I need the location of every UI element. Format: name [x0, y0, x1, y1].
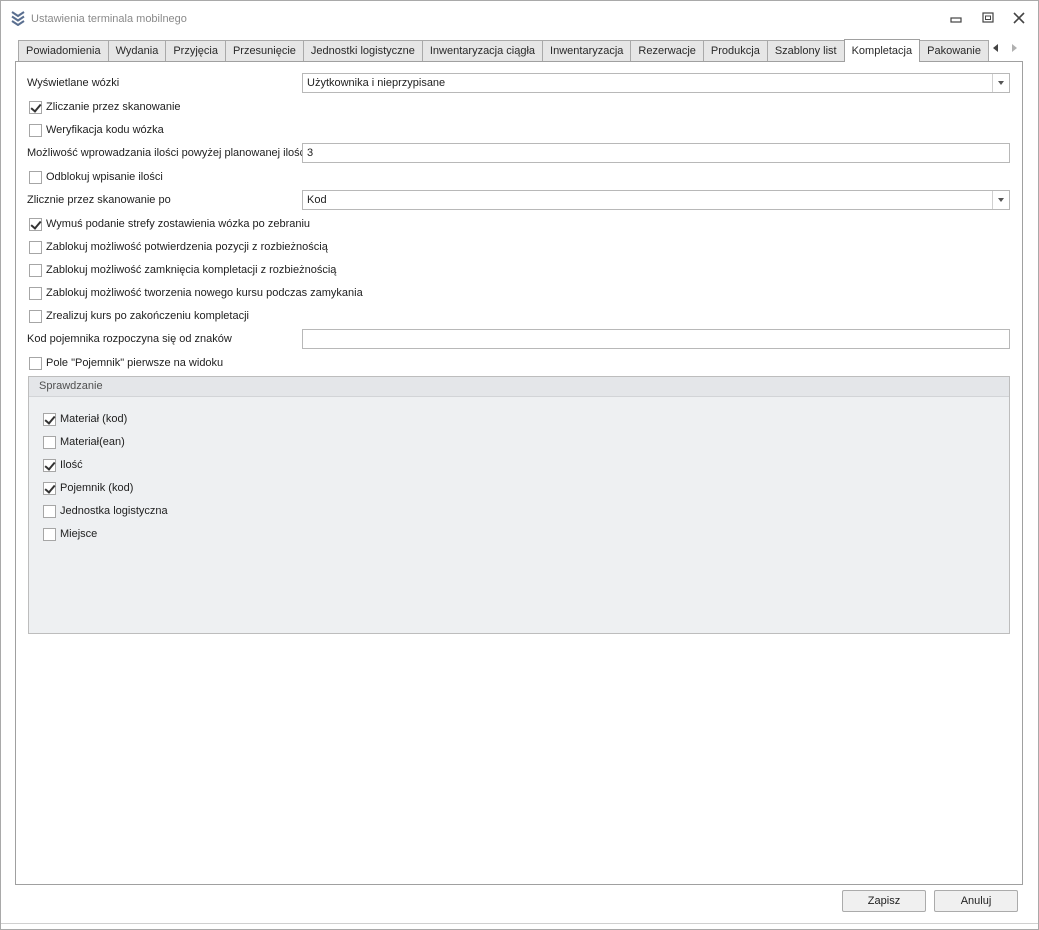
check-container-code-option[interactable]: Pojemnik (kod): [43, 480, 133, 496]
tab-rezerwacje[interactable]: Rezerwacje: [630, 40, 704, 62]
tab-inwentaryzacja-ciagla[interactable]: Inwentaryzacja ciągła: [421, 40, 544, 62]
check-quantity-option[interactable]: Ilość: [43, 457, 83, 473]
block-close-label: Zablokuj możliwość zamknięcia kompletacj…: [46, 264, 337, 276]
check-container-code-label: Pojemnik (kod): [60, 482, 134, 494]
app-logo-icon: [11, 11, 25, 26]
verify-cart-code-checkbox[interactable]: [29, 123, 42, 137]
check-material-code-label: Materiał (kod): [60, 413, 128, 425]
verify-cart-code-option[interactable]: Weryfikacja kodu wózka: [29, 122, 164, 138]
check-material-ean-option[interactable]: Materiał(ean): [43, 434, 125, 450]
tab-jednostki-logistyczne[interactable]: Jednostki logistyczne: [302, 40, 423, 62]
close-button[interactable]: [1010, 10, 1028, 26]
tab-inwentaryzacja[interactable]: Inwentaryzacja: [542, 40, 632, 62]
displayed-carts-value: Użytkownika i nieprzypisane: [307, 77, 446, 89]
block-new-course-option[interactable]: Zablokuj możliwość tworzenia nowego kurs…: [29, 285, 363, 301]
check-material-code-checkbox[interactable]: [43, 412, 56, 426]
block-close-checkbox[interactable]: [29, 263, 42, 277]
block-new-course-label: Zablokuj możliwość tworzenia nowego kurs…: [46, 287, 363, 299]
check-material-code-option[interactable]: Materiał (kod): [43, 411, 127, 427]
chevron-down-icon[interactable]: [992, 191, 1009, 209]
check-material-ean-checkbox[interactable]: [43, 435, 56, 449]
tab-kompletacja[interactable]: Kompletacja: [843, 39, 921, 62]
check-material-ean-label: Materiał(ean): [60, 436, 125, 448]
maximize-icon: [982, 12, 994, 23]
block-confirm-option[interactable]: Zablokuj możliwość potwierdzenia pozycji…: [29, 239, 328, 255]
realize-course-label: Zrealizuj kurs po zakończeniu kompletacj…: [46, 310, 249, 322]
settings-window: Ustawienia terminala mobilnego Powiadomi…: [0, 0, 1039, 930]
container-code-input[interactable]: [302, 329, 1010, 349]
container-code-label: Kod pojemnika rozpoczyna się od znaków: [27, 333, 232, 345]
count-by-scan-option[interactable]: Zliczanie przez skanowanie: [29, 99, 181, 115]
tab-szablony-list[interactable]: Szablony list: [766, 40, 845, 62]
tab-przesuniecie[interactable]: Przesunięcie: [224, 40, 304, 62]
title-bar[interactable]: Ustawienia terminala mobilnego: [1, 1, 1038, 35]
verify-cart-code-label: Weryfikacja kodu wózka: [46, 124, 164, 136]
check-location-label: Miejsce: [60, 528, 98, 540]
tab-scroll-right-icon[interactable]: [1009, 42, 1021, 54]
block-close-option[interactable]: Zablokuj możliwość zamknięcia kompletacj…: [29, 262, 336, 278]
tab-pakowanie[interactable]: Pakowanie: [919, 40, 989, 62]
check-quantity-checkbox[interactable]: [43, 458, 56, 472]
tab-przyjecia[interactable]: Przyjęcia: [165, 40, 226, 62]
footer-divider: [1, 923, 1038, 924]
minimize-icon: [950, 17, 962, 23]
force-zone-label: Wymuś podanie strefy zostawienia wózka p…: [46, 218, 311, 230]
chevron-down-icon[interactable]: [992, 74, 1009, 92]
displayed-carts-select[interactable]: Użytkownika i nieprzypisane: [302, 73, 1010, 93]
tab-strip: Powiadomienia Wydania Przyjęcia Przesuni…: [18, 39, 989, 62]
block-new-course-checkbox[interactable]: [29, 286, 42, 300]
count-scan-by-value: Kod: [307, 194, 327, 206]
tab-wydania[interactable]: Wydania: [107, 40, 167, 62]
checking-group: Sprawdzanie: [28, 376, 1010, 634]
checking-group-title: Sprawdzanie: [29, 377, 1009, 397]
save-button[interactable]: Zapisz: [842, 890, 926, 912]
over-planned-input[interactable]: 3: [302, 143, 1010, 163]
check-quantity-label: Ilość: [60, 459, 83, 471]
tab-powiadomienia[interactable]: Powiadomienia: [18, 40, 109, 62]
realize-course-checkbox[interactable]: [29, 309, 42, 323]
count-by-scan-checkbox[interactable]: [29, 100, 42, 114]
unlock-qty-checkbox[interactable]: [29, 170, 42, 184]
window-title: Ustawienia terminala mobilnego: [31, 13, 187, 25]
tab-produkcja[interactable]: Produkcja: [702, 40, 768, 62]
force-zone-option[interactable]: Wymuś podanie strefy zostawienia wózka p…: [29, 216, 310, 232]
check-location-checkbox[interactable]: [43, 527, 56, 541]
check-logistic-unit-label: Jednostka logistyczna: [60, 505, 168, 517]
force-zone-checkbox[interactable]: [29, 217, 42, 231]
close-icon: [1013, 12, 1025, 24]
container-first-label: Pole "Pojemnik" pierwsze na widoku: [46, 357, 224, 369]
block-confirm-checkbox[interactable]: [29, 240, 42, 254]
check-logistic-unit-checkbox[interactable]: [43, 504, 56, 518]
over-planned-label: Możliwość wprowadzania ilości powyżej pl…: [27, 147, 308, 159]
count-by-scan-label: Zliczanie przez skanowanie: [46, 101, 181, 113]
tab-scroll-left-icon[interactable]: [990, 42, 1002, 54]
cancel-button[interactable]: Anuluj: [934, 890, 1018, 912]
unlock-qty-option[interactable]: Odblokuj wpisanie ilości: [29, 169, 163, 185]
count-scan-by-select[interactable]: Kod: [302, 190, 1010, 210]
container-first-option[interactable]: Pole "Pojemnik" pierwsze na widoku: [29, 355, 223, 371]
unlock-qty-label: Odblokuj wpisanie ilości: [46, 171, 163, 183]
displayed-carts-label: Wyświetlane wózki: [27, 77, 120, 89]
container-first-checkbox[interactable]: [29, 356, 42, 370]
check-container-code-checkbox[interactable]: [43, 481, 56, 495]
check-location-option[interactable]: Miejsce: [43, 526, 97, 542]
minimize-button[interactable]: [947, 10, 965, 26]
count-scan-by-label: Zlicznie przez skanowanie po: [27, 194, 171, 206]
check-logistic-unit-option[interactable]: Jednostka logistyczna: [43, 503, 168, 519]
realize-course-option[interactable]: Zrealizuj kurs po zakończeniu kompletacj…: [29, 308, 249, 324]
block-confirm-label: Zablokuj możliwość potwierdzenia pozycji…: [46, 241, 328, 253]
maximize-button[interactable]: [979, 10, 997, 26]
